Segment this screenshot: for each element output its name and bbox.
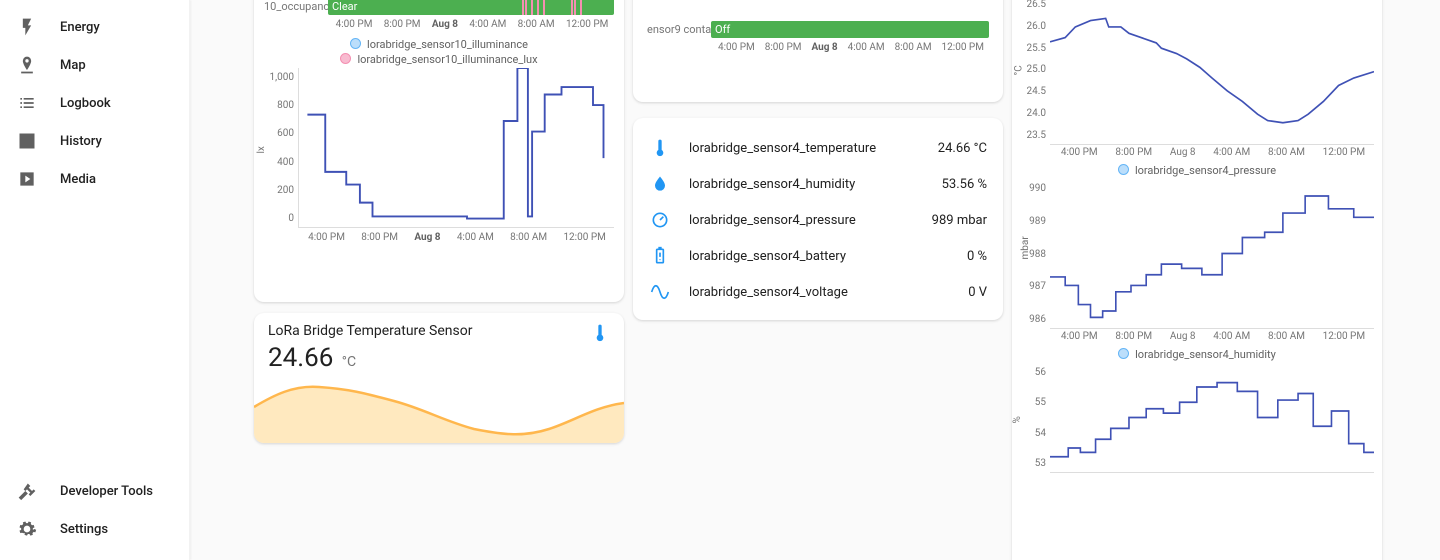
chart-icon — [16, 130, 38, 152]
entity-value: 0 % — [967, 249, 987, 264]
temp-card-value: 24.66 °C — [268, 343, 472, 373]
right-temp-plot — [1050, 0, 1374, 145]
illuminance-chart[interactable]: lx 1,0008006004002000 — [264, 68, 614, 228]
right-humidity-yaxis: 56555453 — [1020, 363, 1050, 473]
hammer-icon — [16, 480, 38, 502]
sidebar-item-energy[interactable]: Energy — [0, 8, 189, 46]
entity-row-battery[interactable]: lorabridge_sensor4_battery 0 % — [639, 238, 997, 274]
legend-dot-icon — [1118, 164, 1129, 175]
entity-label: lorabridge_sensor4_humidity — [689, 177, 924, 192]
entity-value: 24.66 °C — [938, 141, 987, 156]
entity-label: lorabridge_sensor4_battery — [689, 249, 949, 264]
list-icon — [16, 92, 38, 114]
illuminance-xticks: 4:00 PM8:00 PMAug 84:00 AM8:00 AM12:00 P… — [300, 232, 614, 243]
entity-row-temperature[interactable]: lorabridge_sensor4_temperature 24.66 °C — [639, 130, 997, 166]
legend-label: lorabridge_sensor4_pressure — [1135, 164, 1276, 177]
right-temp-chart[interactable]: °C 26.526.025.525.024.524.023.5 — [1020, 0, 1374, 145]
entity-row-pressure[interactable]: lorabridge_sensor4_pressure 989 mbar — [639, 202, 997, 238]
illuminance-legend-2: lorabridge_sensor10_illuminance_lux — [264, 53, 614, 66]
sidebar-item-label: Logbook — [60, 96, 111, 111]
right-pressure-plot — [1050, 179, 1374, 329]
motion-sensor-card[interactable]: 10_occupancy Clear 4:00 PM8:00 PMAug 84:… — [254, 0, 624, 302]
contact-sensor-card[interactable]: Closed ensor9 contact Off 4:00 PM8:00 PM… — [633, 0, 1003, 102]
entity-value: 0 V — [968, 285, 987, 300]
gear-icon — [16, 518, 38, 540]
sidebar-item-label: Settings — [60, 522, 108, 537]
legend-dot-icon — [340, 53, 351, 64]
entity-value: 989 mbar — [932, 213, 987, 228]
occupancy-history-strip[interactable]: 10_occupancy Clear — [264, 0, 614, 15]
legend-label: lorabridge_sensor10_illuminance — [367, 38, 528, 51]
y-axis-unit: mbar — [1020, 236, 1031, 259]
sidebar-item-developer-tools[interactable]: Developer Tools — [0, 472, 189, 510]
temperature-sensor-card[interactable]: LoRa Bridge Temperature Sensor 24.66 °C — [254, 313, 624, 443]
occupancy-state-bar: Clear — [328, 0, 614, 15]
y-axis-unit: °C — [1014, 65, 1025, 75]
right-pressure-xticks: 4:00 PM8:00 PMAug 84:00 AM8:00 AM12:00 P… — [1052, 331, 1374, 342]
sidebar-item-history[interactable]: History — [0, 122, 189, 160]
gauge-icon — [649, 209, 671, 231]
illuminance-legend: lorabridge_sensor10_illuminance — [264, 38, 614, 51]
legend-label: lorabridge_sensor4_humidity — [1135, 348, 1276, 361]
contact-state-bar: Off — [711, 21, 989, 38]
right-temp-xticks: 4:00 PM8:00 PMAug 84:00 AM8:00 AM12:00 P… — [1052, 147, 1374, 158]
water-percent-icon — [649, 173, 671, 195]
occupancy-state: Clear — [332, 0, 357, 13]
occupancy-xticks: 4:00 PM8:00 PMAug 84:00 AM8:00 AM12:00 P… — [330, 19, 614, 30]
sidebar-item-label: Media — [60, 172, 96, 187]
legend-label: lorabridge_sensor10_illuminance_lux — [357, 53, 537, 66]
right-pressure-legend: lorabridge_sensor4_pressure — [1020, 164, 1374, 177]
entity-row-voltage[interactable]: lorabridge_sensor4_voltage 0 V — [639, 274, 997, 310]
entity-value: 53.56 % — [942, 177, 987, 192]
contact-history-strip[interactable]: ensor9 contact Off — [647, 21, 989, 38]
right-pressure-chart[interactable]: mbar 990989988987986 — [1020, 179, 1374, 329]
temp-card-title: LoRa Bridge Temperature Sensor — [268, 323, 472, 339]
right-humidity-plot — [1050, 363, 1374, 473]
sidebar-item-label: Map — [60, 58, 86, 73]
dashboard: 10_occupancy Clear 4:00 PM8:00 PMAug 84:… — [190, 0, 1440, 560]
thermometer-icon — [590, 323, 610, 343]
y-axis-unit: % — [1012, 416, 1023, 423]
illuminance-yaxis: 1,0008006004002000 — [264, 68, 298, 228]
y-axis-unit: lx — [256, 146, 267, 153]
sine-wave-icon — [649, 281, 671, 303]
sidebar-item-media[interactable]: Media — [0, 160, 189, 198]
sidebar-item-label: Developer Tools — [60, 484, 153, 499]
flash-icon — [16, 16, 38, 38]
sensor-entities-card: lorabridge_sensor4_temperature 24.66 °C … — [633, 118, 1003, 320]
sidebar-item-map[interactable]: Map — [0, 46, 189, 84]
battery-alert-icon — [649, 245, 671, 267]
entity-label: lorabridge_sensor4_temperature — [689, 141, 920, 156]
sidebar-item-logbook[interactable]: Logbook — [0, 84, 189, 122]
contact-card-title: Closed — [647, 0, 989, 5]
play-box-icon — [16, 168, 38, 190]
thermometer-icon — [649, 137, 671, 159]
sidebar: Energy Map Logbook History Media De — [0, 0, 190, 560]
right-humidity-legend: lorabridge_sensor4_humidity — [1020, 348, 1374, 361]
entity-label: lorabridge_sensor4_voltage — [689, 285, 950, 300]
legend-dot-icon — [350, 38, 361, 49]
temperature-sparkline — [254, 373, 624, 443]
sidebar-item-label: Energy — [60, 20, 100, 35]
contact-label: ensor9 contact — [647, 23, 711, 36]
illuminance-plot — [298, 68, 614, 228]
legend-dot-icon — [1118, 348, 1129, 359]
sidebar-item-label: History — [60, 134, 102, 149]
history-graph-card[interactable]: lorabridge_sensor4_temperature °C 26.526… — [1012, 0, 1382, 560]
entity-row-humidity[interactable]: lorabridge_sensor4_humidity 53.56 % — [639, 166, 997, 202]
entity-label: lorabridge_sensor4_pressure — [689, 213, 914, 228]
contact-state: Off — [715, 23, 730, 36]
occupancy-label: 10_occupancy — [264, 0, 328, 13]
sidebar-item-settings[interactable]: Settings — [0, 510, 189, 548]
contact-xticks: 4:00 PM8:00 PMAug 84:00 AM8:00 AM12:00 P… — [713, 42, 989, 53]
right-humidity-chart[interactable]: % 56555453 — [1020, 363, 1374, 473]
map-icon — [16, 54, 38, 76]
